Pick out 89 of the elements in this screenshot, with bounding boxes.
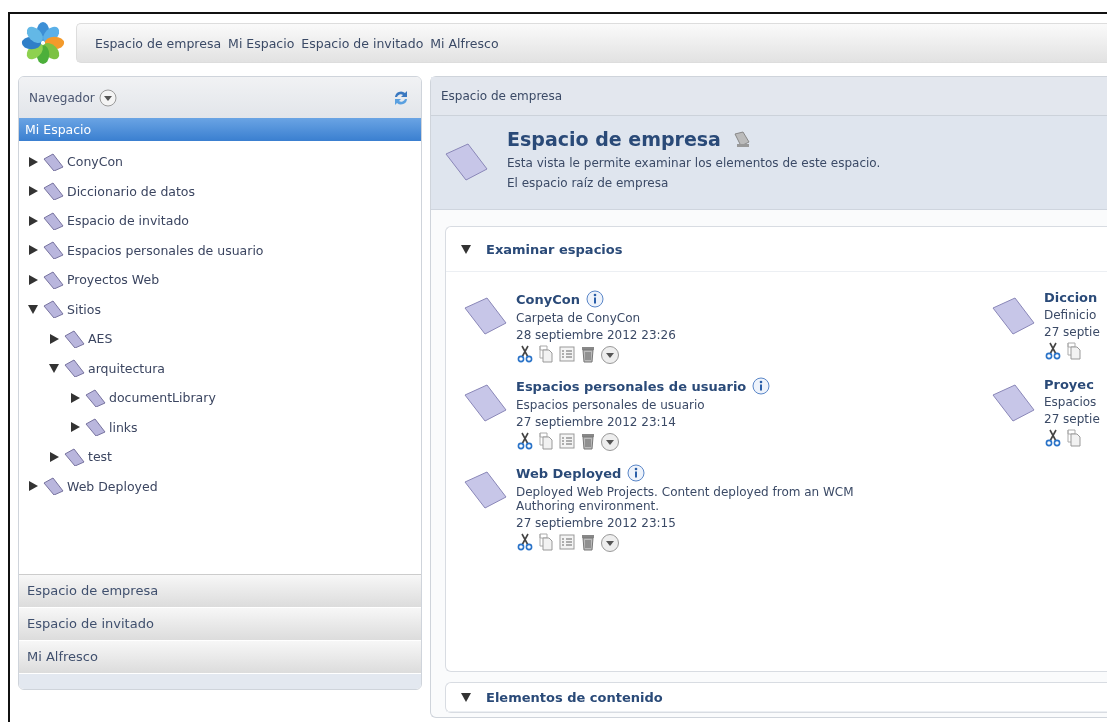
folder-icon (42, 270, 64, 289)
tree-item[interactable]: test (88, 449, 112, 465)
modified-date: 27 septie (1044, 412, 1100, 426)
info-icon[interactable] (627, 464, 646, 482)
space-description: Carpeta de ConyCon (516, 311, 642, 325)
folder-icon (84, 388, 106, 407)
modified-date: 27 septiembre 2012 23:15 (516, 516, 677, 530)
dropdown-icon[interactable] (600, 432, 620, 452)
expand-toggle-icon[interactable] (27, 155, 39, 168)
cut-icon[interactable] (516, 345, 534, 363)
folder-icon (84, 418, 106, 437)
folder-icon[interactable] (462, 383, 508, 423)
expand-toggle-icon[interactable] (48, 450, 60, 463)
folder-icon (42, 477, 64, 496)
space-description: Espacios (1044, 395, 1098, 409)
nav-link[interactable]: Mi Alfresco (430, 35, 499, 51)
expand-toggle-icon[interactable] (27, 480, 39, 493)
modified-date: 27 septiembre 2012 23:14 (516, 415, 677, 429)
space-name[interactable]: Diccion (1044, 290, 1098, 305)
dropdown-icon[interactable] (98, 88, 117, 107)
accordion-item[interactable]: Mi Alfresco (19, 641, 421, 674)
folder-icon (42, 241, 64, 260)
space-description: Deployed Web Projects. Content deployed from an WCM Authoring environment. (516, 485, 855, 513)
logo-icon (20, 20, 66, 66)
folder-icon (63, 329, 85, 348)
expand-toggle-icon[interactable] (27, 214, 39, 227)
space-title: Espacio de empresa (507, 128, 721, 150)
modified-date: 28 septiembre 2012 23:26 (516, 328, 676, 342)
folder-icon (42, 211, 64, 230)
folder-icon[interactable] (462, 296, 508, 336)
modified-date: 27 septie (1044, 325, 1100, 339)
space-name[interactable]: Espacios personales de usuario (516, 378, 747, 394)
tree-item[interactable]: links (109, 419, 138, 435)
expand-toggle-icon[interactable] (27, 185, 39, 198)
space-name[interactable]: Proyec (1044, 377, 1094, 392)
nav-link[interactable]: Mi Espacio (228, 35, 295, 51)
tree-item[interactable]: Proyectos Web (67, 272, 160, 288)
expand-toggle-icon[interactable] (48, 332, 60, 345)
expand-toggle-icon[interactable] (27, 244, 39, 257)
section-title[interactable]: Examinar espacios (486, 241, 623, 257)
nav-link[interactable]: Espacio de empresa (95, 35, 222, 51)
tree-item[interactable]: documentLibrary (109, 390, 216, 406)
breadcrumb[interactable]: Espacio de empresa (441, 89, 563, 103)
folder-icon (42, 182, 64, 201)
folder-icon (443, 142, 489, 182)
navigator-title: Navegador (29, 90, 95, 105)
folder-icon (42, 152, 64, 171)
info-icon[interactable] (752, 377, 771, 395)
delete-icon[interactable] (579, 533, 597, 551)
space-description: Definicio (1044, 308, 1098, 322)
section-title[interactable]: Elementos de contenido (486, 689, 663, 705)
delete-icon[interactable] (579, 345, 597, 363)
expand-toggle-icon[interactable] (27, 303, 39, 316)
expand-toggle-icon[interactable] (69, 421, 81, 434)
folder-icon[interactable] (990, 383, 1036, 423)
tree-item[interactable]: Web Deployed (67, 478, 158, 494)
expand-toggle-icon[interactable] (27, 273, 39, 286)
space-subtitle: El espacio raíz de empresa (507, 176, 670, 190)
tree-item[interactable]: Sitios (67, 301, 101, 317)
info-icon[interactable] (585, 290, 604, 308)
space-description: Esta vista le permite examinar los elementos de este espacio. (507, 156, 881, 170)
folder-icon (42, 300, 64, 319)
expand-toggle-icon[interactable] (69, 391, 81, 404)
folder-icon[interactable] (990, 296, 1036, 336)
folder-icon[interactable] (462, 470, 508, 510)
cut-icon[interactable] (1044, 429, 1062, 447)
expand-toggle-icon[interactable] (48, 362, 60, 375)
accordion-item[interactable]: Espacio de invitado (19, 608, 421, 641)
tree-item[interactable]: ConyCon (67, 154, 123, 170)
tree-item[interactable]: Espacio de invitado (67, 213, 189, 229)
folder-icon (63, 447, 85, 466)
tree-item[interactable]: Espacios personales de usuario (67, 242, 264, 258)
space-description: Espacios personales de usuario (516, 398, 706, 412)
space-name[interactable]: ConyCon (516, 291, 580, 307)
dropdown-icon[interactable] (600, 345, 620, 365)
cut-icon[interactable] (516, 533, 534, 551)
dropdown-icon[interactable] (600, 533, 620, 553)
accordion-item[interactable]: Espacio de empresa (19, 575, 421, 608)
delete-icon[interactable] (579, 432, 597, 450)
cut-icon[interactable] (1044, 342, 1062, 360)
tree-item[interactable]: Diccionario de datos (67, 183, 196, 199)
tree-item[interactable]: AES (88, 331, 113, 347)
nav-link[interactable]: Espacio de invitado (301, 35, 424, 51)
folder-icon (63, 359, 85, 378)
tree-item[interactable]: arquitectura (88, 360, 165, 376)
collapse-toggle-icon[interactable] (460, 243, 472, 255)
space-name[interactable]: Web Deployed (516, 465, 622, 481)
collapse-toggle-icon[interactable] (460, 691, 472, 703)
cut-icon[interactable] (516, 432, 534, 450)
